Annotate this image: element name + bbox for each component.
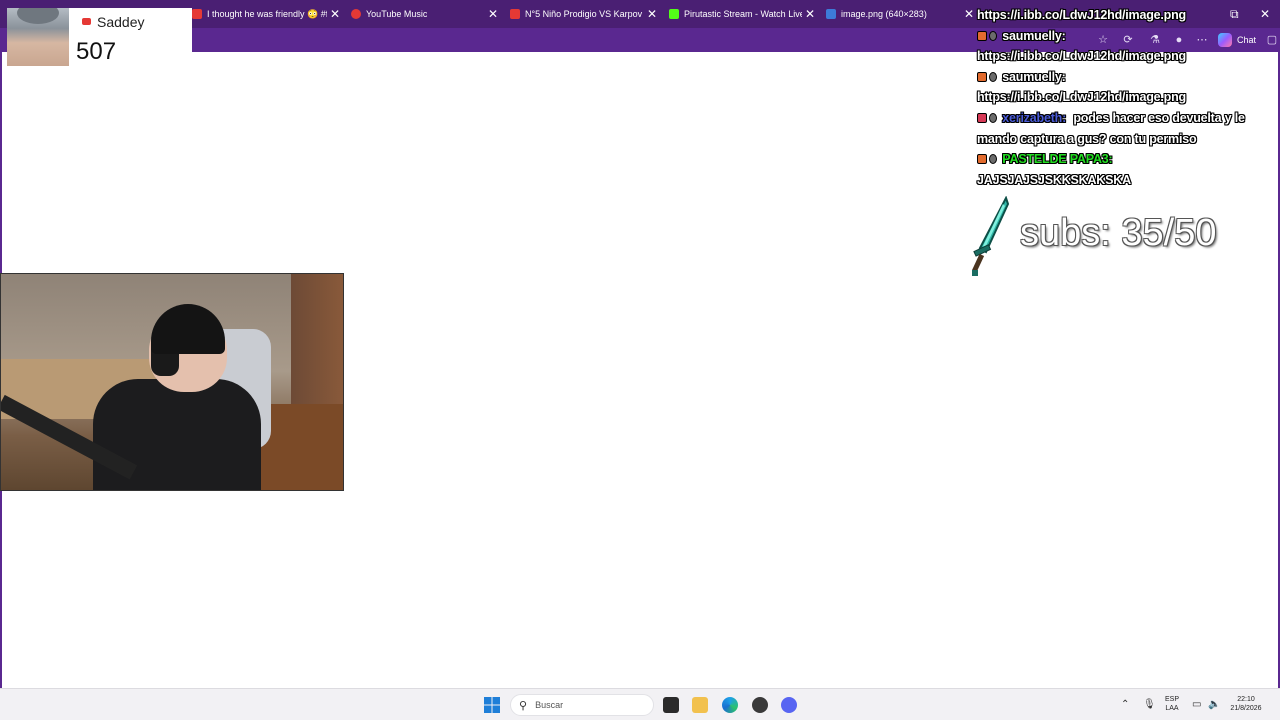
mic-badge-icon xyxy=(989,154,997,165)
subscriber-count: 507 xyxy=(76,38,117,65)
close-tab-icon[interactable]: ✕ xyxy=(647,6,657,22)
chat-username: xerizabeth: xyxy=(1002,110,1067,125)
mic-badge-icon xyxy=(989,71,997,82)
obs-icon[interactable] xyxy=(752,697,768,713)
chat-message: xerizabeth: podes hacer eso devuelta y l… xyxy=(977,108,1275,149)
microphone-icon[interactable]: 🎙 xyxy=(1143,699,1156,710)
clock[interactable]: 22:10 21/8/2026 xyxy=(1226,695,1266,713)
mic-badge-icon xyxy=(989,30,997,41)
heart-badge-icon xyxy=(977,112,987,123)
subscriber-badge-icon xyxy=(977,154,987,165)
youtube-icon xyxy=(82,18,91,25)
search-icon: ⚲ xyxy=(519,699,528,712)
search-placeholder: Buscar xyxy=(535,700,564,710)
channel-avatar xyxy=(7,8,69,66)
keyboard-language[interactable]: ESP LAA xyxy=(1162,695,1182,713)
network-icon[interactable]: ▭ xyxy=(1192,699,1201,710)
layout-code: LAA xyxy=(1165,705,1179,712)
streamer-body xyxy=(93,379,261,490)
chat-message-text: https://i.ibb.co/LdwJ12hd/image.png xyxy=(977,49,1186,64)
discord-icon[interactable] xyxy=(781,697,797,713)
chat-username: PASTELDE PAPA3: xyxy=(1002,152,1113,167)
tab-nino-prodigio[interactable]: N°5 Niño Prodigio VS Karpov - Yo ✕ xyxy=(510,0,657,28)
chat-message-text: JAJSJAJSJSKKSKAKSKA xyxy=(977,172,1131,187)
chat-overlay: https://i.ibb.co/LdwJ12hd/image.png saum… xyxy=(977,5,1275,190)
youtube-favicon-icon xyxy=(510,9,520,19)
edge-icon[interactable] xyxy=(722,697,738,713)
chat-username: saumuelly: xyxy=(1002,69,1066,84)
chat-message: PASTELDE PAPA3: JAJSJAJSJSKKSKAKSKA xyxy=(977,149,1275,190)
tab-image-png[interactable]: image.png (640×283) ✕ xyxy=(826,0,974,28)
chat-username: saumuelly: xyxy=(1002,28,1066,43)
kick-favicon-icon xyxy=(669,9,679,19)
close-tab-icon[interactable]: ✕ xyxy=(805,6,815,22)
language-code: ESP xyxy=(1164,696,1179,703)
subscriber-badge-icon xyxy=(977,71,987,82)
chat-message: https://i.ibb.co/LdwJ12hd/image.png xyxy=(977,5,1275,26)
streamer-beanie xyxy=(151,304,225,354)
clock-date: 21/8/2026 xyxy=(1230,705,1262,712)
file-explorer-icon[interactable] xyxy=(692,697,708,713)
tab-youtube-music[interactable]: YouTube Music ✕ xyxy=(351,0,498,28)
chat-message-text: https://i.ibb.co/LdwJ12hd/image.png xyxy=(977,8,1186,22)
diamond-sword-icon xyxy=(971,196,1010,276)
chat-message: saumuelly: https://i.ibb.co/LdwJ12hd/ima… xyxy=(977,26,1275,67)
mic-badge-icon xyxy=(989,112,997,123)
sub-goal-text: subs: 35/50 xyxy=(1020,212,1217,254)
terminal-icon[interactable] xyxy=(663,697,679,713)
follower-counter: Saddey 507 xyxy=(7,8,192,66)
youtube-favicon-icon xyxy=(192,9,202,19)
close-tab-icon[interactable]: ✕ xyxy=(964,6,974,22)
tab-thought-he-was-friendly[interactable]: I thought he was friendly 😳 #fun ✕ xyxy=(192,0,340,28)
webcam-feed xyxy=(0,273,344,491)
windows-start-icon[interactable] xyxy=(484,697,500,713)
close-tab-icon[interactable]: ✕ xyxy=(330,6,340,22)
youtube-music-favicon-icon xyxy=(351,9,361,19)
channel-name: Saddey xyxy=(97,14,145,30)
chat-message: saumuelly: https://i.ibb.co/LdwJ12hd/ima… xyxy=(977,67,1275,108)
chat-message-text: https://i.ibb.co/LdwJ12hd/image.png xyxy=(977,90,1186,105)
chevron-up-icon[interactable]: ⌃ xyxy=(1121,699,1129,710)
image-favicon-icon xyxy=(826,9,836,19)
clock-time: 22:10 xyxy=(1237,696,1255,703)
taskbar-search-box[interactable]: ⚲ Buscar xyxy=(510,694,654,716)
taskbar: ⚲ Buscar ⌃ 🎙 ESP LAA ▭ 🔈 22:10 21/8/2026 xyxy=(0,688,1280,720)
screen: I thought he was friendly 😳 #fun ✕ YouTu… xyxy=(0,0,1280,720)
close-tab-icon[interactable]: ✕ xyxy=(488,6,498,22)
tab-pirutastic-stream[interactable]: Pirutastic Stream - Watch Live on K ✕ xyxy=(669,0,815,28)
volume-icon[interactable]: 🔈 xyxy=(1208,699,1220,710)
subscriber-badge-icon xyxy=(977,30,987,41)
